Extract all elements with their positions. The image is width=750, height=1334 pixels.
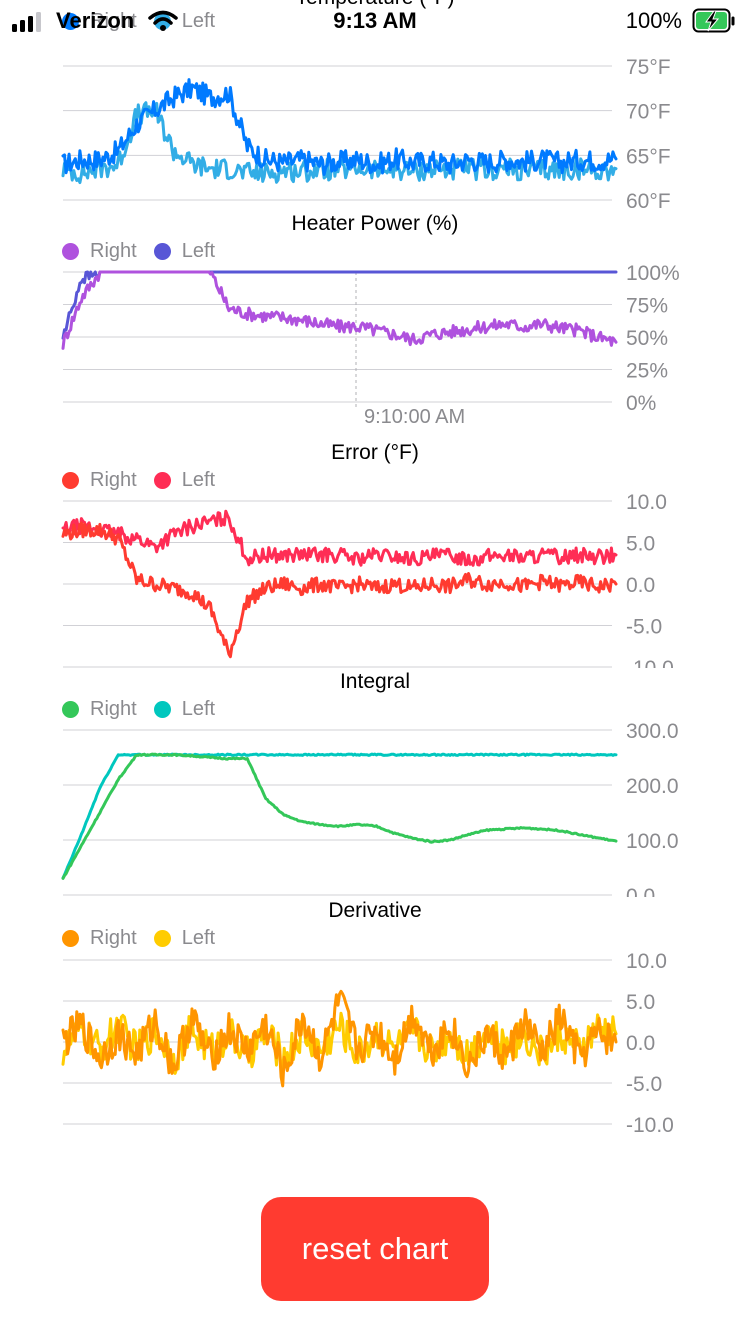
- y-tick-label: 0.0: [626, 1032, 655, 1055]
- series-line-left: [61, 752, 618, 880]
- series-line-right: [61, 752, 618, 880]
- y-tick-label: 25%: [626, 360, 668, 383]
- integral-chart: Integral Right Left 300.0 200.0 100.0 0.0: [0, 668, 750, 897]
- y-tick-label: 5.0: [626, 533, 655, 556]
- x-tick-label: 9:10:00 AM: [364, 406, 465, 428]
- error-chart: Error (°F) Right Left 10.05.00.0-5.0-10.…: [0, 439, 750, 668]
- heater-power-chart: Heater Power (%) Right Left 100% 75% 50% 25…: [0, 210, 750, 439]
- y-tick-label: 200.0: [626, 775, 679, 798]
- heater-power-plot[interactable]: 100% 75% 50% 25% 0% 9:10:00 AM: [0, 210, 750, 439]
- series-line-left: [61, 509, 618, 567]
- y-tick-label: 100.0: [626, 830, 679, 853]
- error-plot[interactable]: 10.0 5.0 0.0 -5.0 -10.0: [0, 439, 750, 668]
- battery-charging-icon: [692, 8, 736, 39]
- y-tick-label: 10.0: [626, 950, 667, 973]
- y-tick-label: -10.0: [626, 1114, 674, 1137]
- y-tick-label: 75°F: [626, 56, 671, 79]
- y-tick-label: 300.0: [626, 720, 679, 743]
- series-line-left: [61, 1011, 618, 1075]
- series-line-left: [61, 101, 618, 185]
- status-bar: Verizon 9:13 AM 100%: [0, 0, 750, 44]
- y-tick-label: -5.0: [626, 616, 662, 639]
- series-line-right: [61, 78, 618, 176]
- derivative-chart: Derivative Right Left 10.0 5.0 0.0 -5.0 -10.…: [0, 897, 750, 1142]
- y-tick-label: -10.0: [626, 657, 674, 668]
- y-tick-label: 70°F: [626, 101, 671, 124]
- y-tick-label: 100%: [626, 262, 680, 285]
- battery-percent: 100%: [625, 8, 682, 33]
- y-tick-label: 50%: [626, 327, 668, 350]
- y-tick-label: 10.0: [626, 491, 667, 514]
- series-line-right: [61, 989, 618, 1088]
- y-tick-label: 65°F: [626, 145, 671, 168]
- y-tick-label: 5.0: [626, 991, 655, 1014]
- y-tick-label: 75%: [626, 295, 668, 318]
- y-tick-label: 0.0: [626, 885, 655, 897]
- y-tick-label: 0%: [626, 392, 656, 415]
- integral-plot[interactable]: 300.0 200.0 100.0 0.0: [0, 668, 750, 897]
- reset-chart-button[interactable]: reset chart: [261, 1197, 489, 1301]
- derivative-plot[interactable]: 10.0 5.0 0.0 -5.0 -10.0: [0, 897, 750, 1142]
- y-tick-label: -5.0: [626, 1073, 662, 1096]
- y-tick-label: 0.0: [626, 574, 655, 597]
